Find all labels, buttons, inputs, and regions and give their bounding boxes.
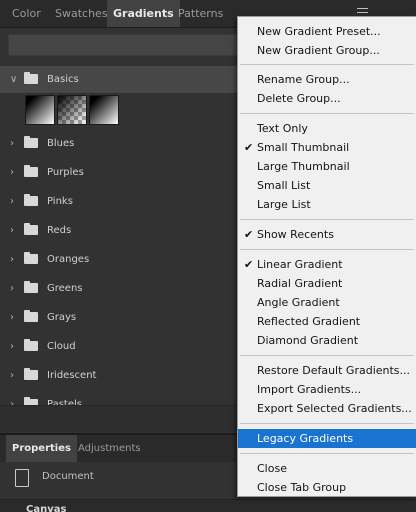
folder-icon [24,252,38,264]
group-label: Basics [47,74,79,85]
menu-item-small-list[interactable]: Small List [238,176,416,195]
menu-separator [240,219,414,220]
checkmark-icon: ✔ [244,141,254,154]
group-label: Reds [47,225,72,236]
menu-item-legacy-gradients[interactable]: Legacy Gradients [238,429,416,448]
folder-icon [24,281,38,293]
menu-separator [240,64,414,65]
tab-properties[interactable]: Properties [6,435,77,462]
folder-icon [24,223,38,235]
folder-icon [24,368,38,380]
menu-item-import-gradients[interactable]: Import Gradients... [238,380,416,399]
menu-item-angle-gradient[interactable]: Angle Gradient [238,293,416,312]
menu-item-large-thumbnail[interactable]: Large Thumbnail [238,157,416,176]
folder-icon [24,339,38,351]
gradient-swatch-black-transparent[interactable] [57,95,87,125]
menu-separator [240,423,414,424]
group-label: Oranges [47,254,90,265]
menu-item-diamond-gradient[interactable]: Diamond Gradient [238,331,416,350]
folder-icon [24,72,38,84]
menu-item-large-list[interactable]: Large List [238,195,416,214]
menu-item-close[interactable]: Close [238,459,416,478]
menu-item-export-selected-gradients[interactable]: Export Selected Gradients... [238,399,416,418]
menu-item-new-gradient-group[interactable]: New Gradient Group... [238,41,416,60]
tab-swatches[interactable]: Swatches [49,0,114,27]
chevron-right-icon[interactable]: › [10,187,18,216]
chevron-right-icon[interactable]: › [10,361,18,390]
checkmark-icon: ✔ [244,228,254,241]
menu-item-show-recents[interactable]: ✔ Show Recents [238,225,416,244]
tab-adjustments[interactable]: Adjustments [72,435,147,462]
chevron-right-icon[interactable]: › [10,245,18,274]
tab-color[interactable]: Color [6,0,47,27]
document-icon [15,469,29,487]
chevron-right-icon[interactable]: › [10,332,18,361]
menu-item-new-gradient-preset[interactable]: New Gradient Preset... [238,22,416,41]
menu-separator [240,249,414,250]
chevron-right-icon[interactable]: › [10,158,18,187]
tab-gradients[interactable]: Gradients [107,0,180,27]
group-label: Blues [47,138,75,149]
group-label: Cloud [47,341,76,352]
menu-item-close-tab-group[interactable]: Close Tab Group [238,478,416,497]
chevron-right-icon[interactable]: › [10,129,18,158]
group-label: Grays [47,312,77,323]
group-label: Pinks [47,196,73,207]
document-label: Document [42,471,94,482]
menu-item-reflected-gradient[interactable]: Reflected Gradient [238,312,416,331]
menu-item-radial-gradient[interactable]: Radial Gradient [238,274,416,293]
folder-icon [24,310,38,322]
group-label: Greens [47,283,83,294]
folder-icon [24,165,38,177]
group-label: Iridescent [47,370,97,381]
chevron-right-icon[interactable]: › [10,303,18,332]
group-label: Purples [47,167,84,178]
chevron-right-icon[interactable]: › [10,216,18,245]
menu-separator [240,113,414,114]
gradient-swatch-foreground-background[interactable] [89,95,119,125]
folder-icon [24,194,38,206]
menu-item-restore-default-gradients[interactable]: Restore Default Gradients... [238,361,416,380]
menu-item-linear-gradient[interactable]: ✔ Linear Gradient [238,255,416,274]
checkmark-icon: ✔ [244,258,254,271]
gradients-panel-flyout-menu: New Gradient Preset... New Gradient Grou… [237,16,416,497]
menu-item-delete-group[interactable]: Delete Group... [238,89,416,108]
chevron-down-icon[interactable]: ∨ [10,66,18,93]
folder-icon [24,136,38,148]
menu-item-rename-group[interactable]: Rename Group... [238,70,416,89]
chevron-right-icon[interactable]: › [10,274,18,303]
menu-separator [240,355,414,356]
menu-item-text-only[interactable]: Text Only [238,119,416,138]
gradient-swatch-black-white[interactable] [25,95,55,125]
menu-item-small-thumbnail[interactable]: ✔ Small Thumbnail [238,138,416,157]
canvas-section-header[interactable]: Canvas [0,499,416,512]
tab-patterns[interactable]: Patterns [172,0,229,27]
menu-separator [240,453,414,454]
